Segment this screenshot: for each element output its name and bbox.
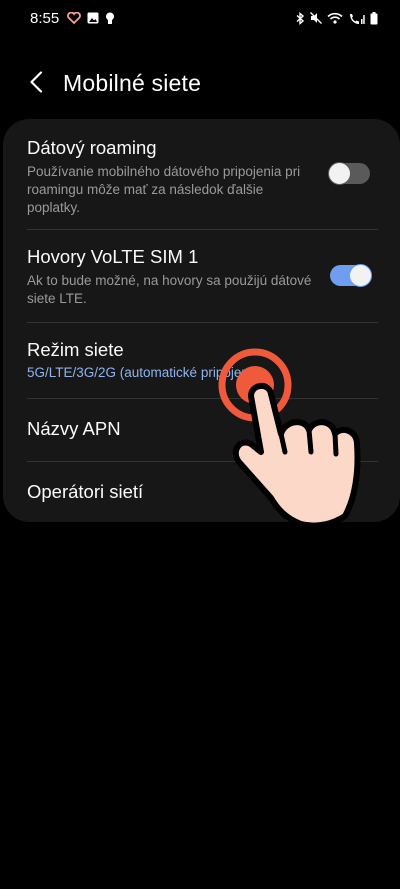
call-signal-icon	[348, 12, 365, 25]
network-operators-row[interactable]: Operátori sietí	[3, 480, 400, 520]
network-mode-row[interactable]: Režim siete 5G/LTE/3G/2G (automatické pr…	[3, 338, 400, 398]
status-left: 8:55	[30, 10, 115, 27]
app-bar: Mobilné siete	[0, 58, 400, 110]
divider	[27, 461, 378, 462]
back-button[interactable]	[20, 68, 52, 100]
battery-icon	[370, 11, 378, 25]
volte-toggle[interactable]	[330, 264, 372, 287]
page-title: Mobilné siete	[63, 70, 202, 96]
toggle-knob	[328, 162, 351, 185]
settings-card: Dátový roaming Používanie mobilného dáto…	[3, 119, 400, 522]
wifi-icon	[327, 12, 343, 24]
bluetooth-icon	[296, 11, 305, 25]
status-right	[296, 11, 378, 25]
network-mode-title: Režim siete	[27, 339, 124, 360]
status-time: 8:55	[30, 9, 60, 27]
divider	[27, 229, 378, 230]
data-roaming-title: Dátový roaming	[27, 137, 157, 158]
mute-icon	[310, 12, 322, 24]
chevron-left-icon	[29, 70, 43, 98]
image-icon	[87, 12, 99, 24]
apn-title: Názvy APN	[27, 418, 121, 439]
apn-row[interactable]: Názvy APN	[3, 417, 400, 457]
heart-icon	[67, 12, 82, 24]
toggle-knob	[349, 264, 372, 287]
data-roaming-toggle[interactable]	[328, 162, 370, 185]
divider	[27, 322, 378, 323]
network-operators-title: Operátori sietí	[27, 481, 144, 502]
network-mode-value: 5G/LTE/3G/2G (automatické pripojenie)	[27, 365, 264, 380]
data-roaming-description: Používanie mobilného dátového pripojenia…	[27, 164, 301, 215]
status-bar: 8:55	[0, 0, 400, 36]
volte-description: Ak to bude možné, na hovory sa použijú d…	[27, 273, 312, 306]
bulb-icon	[105, 12, 115, 25]
divider	[27, 398, 378, 399]
